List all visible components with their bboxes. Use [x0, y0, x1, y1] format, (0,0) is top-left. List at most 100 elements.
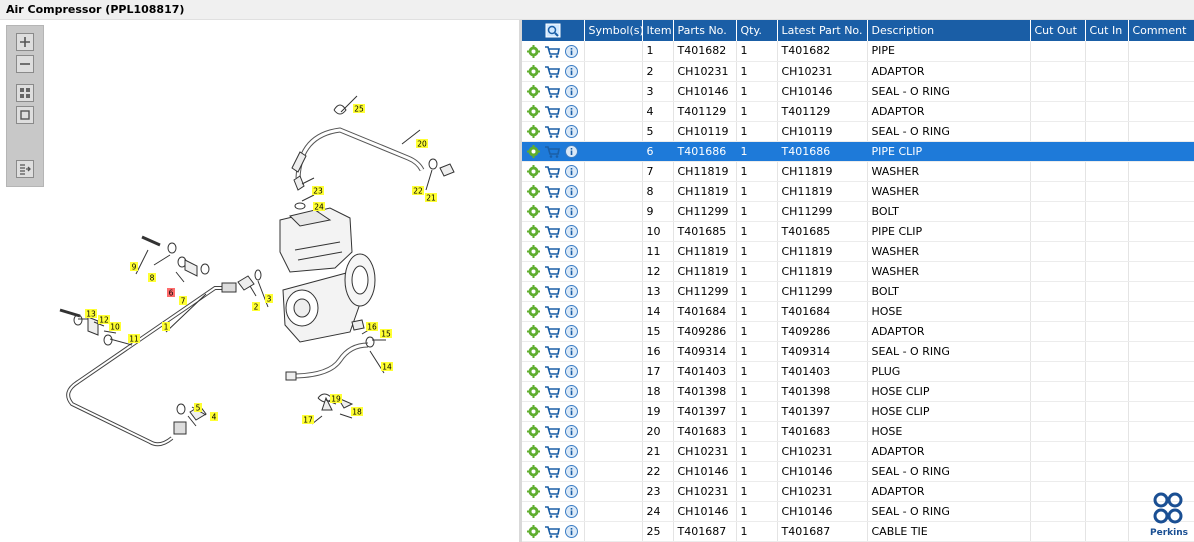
cart-icon[interactable]	[544, 185, 560, 198]
table-row[interactable]: 22 CH10146 1 CH10146 SEAL - O RING	[522, 461, 1194, 482]
cart-icon[interactable]	[544, 125, 560, 138]
callout-3[interactable]: 3	[265, 294, 273, 304]
callout-20[interactable]: 20	[416, 139, 428, 149]
gear-icon[interactable]	[527, 304, 540, 318]
cart-icon[interactable]	[544, 465, 560, 478]
cart-icon[interactable]	[544, 305, 560, 318]
info-icon[interactable]	[565, 84, 578, 98]
table-row[interactable]: 13 CH11299 1 CH11299 BOLT	[522, 281, 1194, 302]
callout-7[interactable]: 7	[179, 296, 187, 306]
search-icon[interactable]	[545, 23, 561, 38]
info-icon[interactable]	[565, 404, 578, 418]
callout-23[interactable]: 23	[312, 186, 324, 196]
gear-icon[interactable]	[527, 484, 540, 498]
info-icon[interactable]	[565, 324, 578, 338]
table-row[interactable]: 11 CH11819 1 CH11819 WASHER	[522, 241, 1194, 262]
gear-icon[interactable]	[527, 444, 540, 458]
cart-icon[interactable]	[544, 205, 560, 218]
table-row[interactable]: 17 T401403 1 T401403 PLUG	[522, 361, 1194, 382]
info-icon[interactable]	[565, 124, 578, 138]
callout-13[interactable]: 13	[85, 309, 97, 319]
gear-icon[interactable]	[527, 144, 540, 158]
header-symbols[interactable]: Symbol(s)	[584, 20, 643, 41]
info-icon[interactable]	[565, 364, 578, 378]
gear-icon[interactable]	[527, 324, 540, 338]
cart-icon[interactable]	[544, 385, 560, 398]
table-row[interactable]: 10 T401685 1 T401685 PIPE CLIP	[522, 221, 1194, 242]
table-row[interactable]: 9 CH11299 1 CH11299 BOLT	[522, 201, 1194, 222]
cart-icon[interactable]	[544, 445, 560, 458]
info-icon[interactable]	[565, 64, 578, 78]
callout-18[interactable]: 18	[351, 407, 363, 417]
table-row[interactable]: 21 CH10231 1 CH10231 ADAPTOR	[522, 441, 1194, 462]
callout-22[interactable]: 22	[412, 186, 424, 196]
gear-icon[interactable]	[527, 364, 540, 378]
gear-icon[interactable]	[527, 104, 540, 118]
callout-19[interactable]: 19	[330, 394, 342, 404]
header-cut-out[interactable]: Cut Out	[1030, 20, 1086, 41]
cart-icon[interactable]	[544, 165, 560, 178]
table-row[interactable]: 6 T401686 1 T401686 PIPE CLIP	[522, 141, 1194, 162]
table-row[interactable]: 2 CH10231 1 CH10231 ADAPTOR	[522, 61, 1194, 82]
gear-icon[interactable]	[527, 224, 540, 238]
gear-icon[interactable]	[527, 464, 540, 478]
info-icon[interactable]	[565, 244, 578, 258]
info-icon[interactable]	[565, 184, 578, 198]
cart-icon[interactable]	[544, 425, 560, 438]
header-latest-part-no[interactable]: Latest Part No.	[777, 20, 868, 41]
info-icon[interactable]	[565, 284, 578, 298]
gear-icon[interactable]	[527, 124, 540, 138]
header-search-cell[interactable]	[522, 20, 585, 41]
info-icon[interactable]	[565, 444, 578, 458]
callout-5[interactable]: 5	[194, 403, 202, 413]
gear-icon[interactable]	[527, 344, 540, 358]
cart-icon[interactable]	[544, 265, 560, 278]
table-row[interactable]: 15 T409286 1 T409286 ADAPTOR	[522, 321, 1194, 342]
cart-icon[interactable]	[544, 525, 560, 538]
callout-21[interactable]: 21	[425, 193, 437, 203]
header-qty[interactable]: Qty.	[736, 20, 778, 41]
callout-11[interactable]: 11	[128, 334, 140, 344]
callout-12[interactable]: 12	[98, 315, 110, 325]
info-icon[interactable]	[565, 204, 578, 218]
callout-10[interactable]: 10	[109, 322, 121, 332]
table-row[interactable]: 5 CH10119 1 CH10119 SEAL - O RING	[522, 121, 1194, 142]
info-icon[interactable]	[565, 224, 578, 238]
callout-14[interactable]: 14	[381, 362, 393, 372]
gear-icon[interactable]	[527, 164, 540, 178]
cart-icon[interactable]	[544, 485, 560, 498]
info-icon[interactable]	[565, 164, 578, 178]
info-icon[interactable]	[565, 344, 578, 358]
info-icon[interactable]	[565, 464, 578, 478]
table-row[interactable]: 19 T401397 1 T401397 HOSE CLIP	[522, 401, 1194, 422]
callout-25[interactable]: 25	[353, 104, 365, 114]
cart-icon[interactable]	[544, 505, 560, 518]
gear-icon[interactable]	[527, 524, 540, 538]
gear-icon[interactable]	[527, 424, 540, 438]
callout-24[interactable]: 24	[313, 202, 325, 212]
callout-2[interactable]: 2	[252, 302, 260, 312]
gear-icon[interactable]	[527, 204, 540, 218]
cart-icon[interactable]	[544, 225, 560, 238]
table-row[interactable]: 20 T401683 1 T401683 HOSE	[522, 421, 1194, 442]
table-row[interactable]: 16 T409314 1 T409314 SEAL - O RING	[522, 341, 1194, 362]
callout-1[interactable]: 1	[162, 322, 170, 332]
cart-icon[interactable]	[544, 65, 560, 78]
info-icon[interactable]	[565, 44, 578, 58]
info-icon[interactable]	[565, 264, 578, 278]
info-icon[interactable]	[565, 484, 578, 498]
callout-8[interactable]: 8	[148, 273, 156, 283]
info-icon[interactable]	[565, 104, 578, 118]
info-icon[interactable]	[565, 524, 578, 538]
header-comment[interactable]: Comment	[1128, 20, 1194, 41]
cart-icon[interactable]	[544, 405, 560, 418]
info-icon[interactable]	[565, 304, 578, 318]
table-row[interactable]: 18 T401398 1 T401398 HOSE CLIP	[522, 381, 1194, 402]
header-item[interactable]: Item	[642, 20, 674, 41]
gear-icon[interactable]	[527, 404, 540, 418]
gear-icon[interactable]	[527, 284, 540, 298]
gear-icon[interactable]	[527, 384, 540, 398]
gear-icon[interactable]	[527, 504, 540, 518]
cart-icon[interactable]	[544, 45, 560, 58]
header-cut-in[interactable]: Cut In	[1085, 20, 1129, 41]
